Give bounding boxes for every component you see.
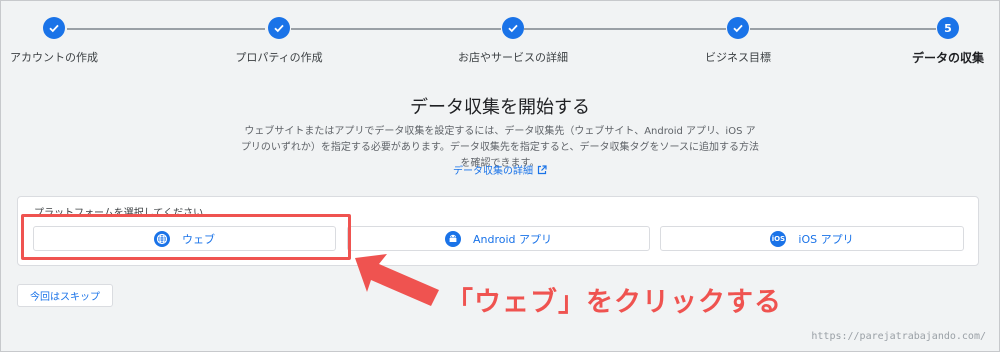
step-data-collection: 5 データの収集 [878,17,1000,66]
step-label: プロパティの作成 [235,51,323,64]
step-business-goals: ビジネス目標 [668,17,808,65]
ios-platform-label: iOS アプリ [798,232,854,246]
highlight-box [21,214,351,260]
annotation-arrow-icon [355,254,439,306]
step-label: アカウントの作成 [10,51,98,64]
check-icon [727,17,749,39]
step-business-details: お店やサービスの詳細 [443,17,583,65]
step-property: プロパティの作成 [209,17,349,65]
step-number-badge: 5 [937,17,959,39]
check-icon [43,17,65,39]
progress-stepper: アカウントの作成 プロパティの作成 お店やサービスの詳細 ビジネス目標 5 デー… [0,17,1000,67]
learn-more-link[interactable]: データ収集の詳細 [0,162,1000,178]
ios-icon: iOS [770,230,787,247]
step-label: ビジネス目標 [705,51,771,64]
annotation-callout: 「ウェブ」をクリックする [446,287,782,318]
android-icon [444,230,461,247]
check-icon [268,17,290,39]
watermark: https://parejatrabajando.com/ [811,331,986,342]
step-account: アカウントの作成 [0,17,124,65]
learn-more-label: データ収集の詳細 [453,166,533,177]
step-label: お店やサービスの詳細 [458,51,568,64]
android-platform-label: Android アプリ [472,232,553,246]
page-title: データ収集を開始する [410,97,590,118]
ios-platform-button[interactable]: iOS iOS アプリ [660,226,964,251]
check-icon [502,17,524,39]
skip-button[interactable]: 今回はスキップ [17,284,113,307]
step-label: データの収集 [911,51,984,65]
external-link-icon [537,165,547,178]
